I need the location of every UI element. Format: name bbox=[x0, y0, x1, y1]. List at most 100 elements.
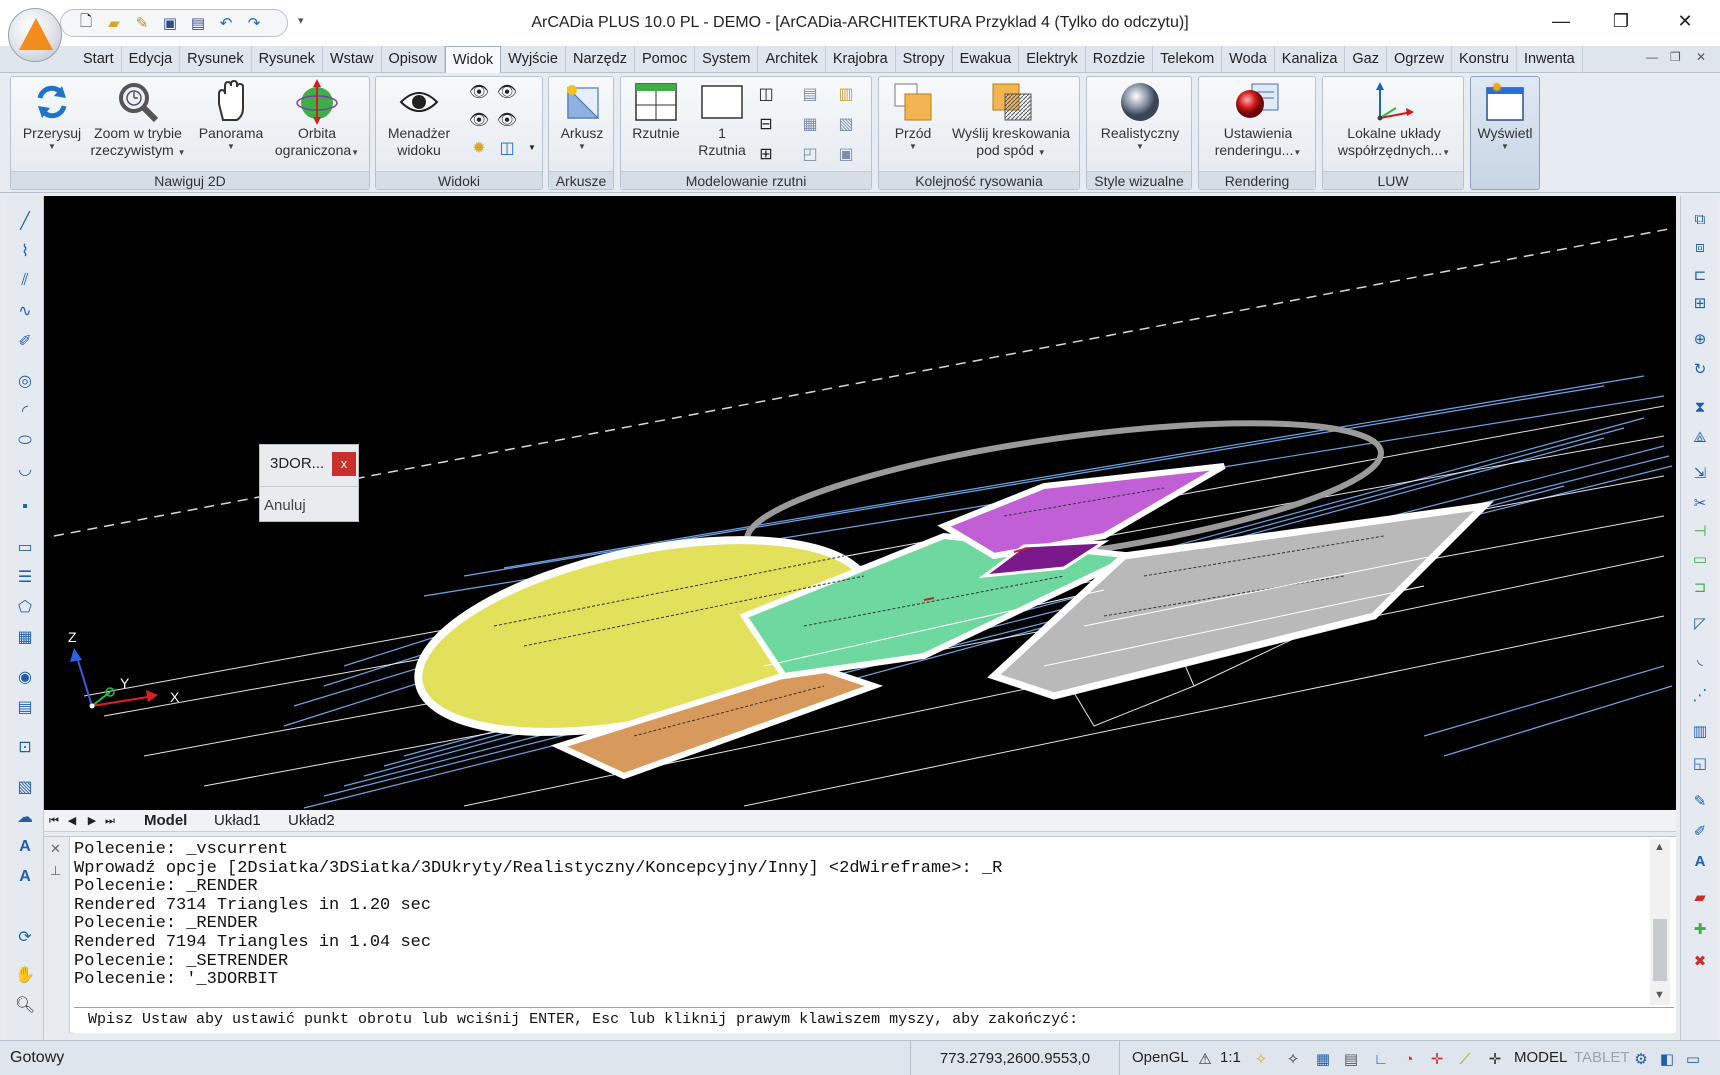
explode-icon[interactable]: ⋰ bbox=[1689, 684, 1711, 706]
polygon-icon[interactable]: ⬠ bbox=[14, 596, 36, 618]
auto-scale-icon[interactable]: ✧ bbox=[1282, 1048, 1304, 1070]
viewport-tool-3-icon[interactable]: ▦ bbox=[799, 113, 821, 135]
last-layout-icon[interactable]: ⏭ bbox=[102, 813, 118, 829]
scroll-thumb[interactable] bbox=[1653, 919, 1667, 981]
tab-22[interactable]: Konstru bbox=[1452, 46, 1517, 73]
layout-tab-uklad1[interactable]: Układ1 bbox=[214, 811, 261, 831]
lineweight-icon[interactable]: ✛ bbox=[1484, 1048, 1506, 1070]
fullscreen-icon[interactable]: ▭ bbox=[1682, 1048, 1704, 1070]
panorama-button[interactable]: Panorama ▼ bbox=[191, 79, 271, 152]
tab-16[interactable]: Rozdzie bbox=[1086, 46, 1154, 73]
offset-icon[interactable]: ⊏ bbox=[1689, 264, 1711, 286]
command-panel-close-icon[interactable]: ✕ bbox=[50, 841, 61, 857]
viewport-tool-2-icon[interactable]: ▥ bbox=[835, 83, 857, 105]
tab-10[interactable]: System bbox=[695, 46, 759, 73]
tab-2[interactable]: Rysunek bbox=[180, 46, 252, 73]
scale-icon[interactable]: ⟁ bbox=[1689, 426, 1711, 448]
pan-small-icon[interactable]: ✋ bbox=[14, 964, 36, 986]
arkusz-button[interactable]: Arkusz ▼ bbox=[551, 79, 613, 152]
view-eye-3-icon[interactable]: 👁 bbox=[468, 109, 490, 131]
status-tablet[interactable]: TABLET bbox=[1574, 1049, 1630, 1066]
grid-icon[interactable]: ▤ bbox=[1340, 1048, 1362, 1070]
tab-0[interactable]: Start bbox=[76, 46, 122, 73]
tab-21[interactable]: Ogrzew bbox=[1387, 46, 1452, 73]
command-input[interactable]: Wpisz Ustaw aby ustawić punkt obrotu lub… bbox=[74, 1007, 1674, 1033]
donut-icon[interactable]: ◉ bbox=[14, 666, 36, 688]
annotation-scale-icon[interactable]: ⚠ bbox=[1194, 1048, 1216, 1070]
doc-restore-icon[interactable]: ❐ bbox=[1670, 50, 1681, 64]
properties-icon[interactable]: ▥ bbox=[1689, 720, 1711, 742]
annotation-visibility-icon[interactable]: ✧ bbox=[1250, 1048, 1272, 1070]
view-cube-icon[interactable]: ◫ bbox=[496, 137, 518, 159]
ellipse-icon[interactable]: ⬭ bbox=[14, 430, 36, 452]
app-logo[interactable] bbox=[8, 8, 62, 62]
scroll-up-icon[interactable]: ▲ bbox=[1654, 841, 1665, 853]
lokalne-uklady-button[interactable]: Lokalne układy współrzędnych...▼ bbox=[1325, 79, 1463, 159]
mirror-copy-icon[interactable]: ⧈ bbox=[1689, 236, 1711, 258]
zoom-small-icon[interactable]: 🔍︎ bbox=[14, 994, 36, 1016]
redraw-small-icon[interactable]: ⟳ bbox=[14, 926, 36, 948]
float-dialog-cancel-option[interactable]: Anuluj bbox=[264, 497, 306, 514]
freehand-icon[interactable]: ✐ bbox=[14, 330, 36, 352]
orbita-button[interactable]: Orbita ograniczona▼ bbox=[265, 79, 369, 159]
region-icon[interactable]: ▦ bbox=[14, 626, 36, 648]
match-props-icon[interactable]: ◱ bbox=[1689, 752, 1711, 774]
eraser-icon[interactable]: ▰ bbox=[1689, 886, 1711, 908]
edit-spline-icon[interactable]: ✐ bbox=[1689, 820, 1711, 842]
tab-15[interactable]: Elektryk bbox=[1019, 46, 1086, 73]
command-scrollbar[interactable]: ▲ ▼ bbox=[1650, 839, 1670, 1005]
przerysuj-button[interactable]: Przerysuj ▼ bbox=[17, 79, 87, 152]
array-icon[interactable]: ⊞ bbox=[1689, 292, 1711, 314]
first-layout-icon[interactable]: ⏮ bbox=[46, 813, 62, 829]
view-eye-1-icon[interactable]: 👁 bbox=[468, 81, 490, 103]
doc-close-icon[interactable]: ✕ bbox=[1696, 50, 1706, 64]
viewport-tool-4-icon[interactable]: ▧ bbox=[835, 113, 857, 135]
fillet-icon[interactable]: ◟ bbox=[1689, 648, 1711, 670]
workspace-icon[interactable]: ◧ bbox=[1656, 1048, 1678, 1070]
move-icon[interactable]: ⊕ bbox=[1689, 328, 1711, 350]
trim-icon[interactable]: ✂ bbox=[1689, 492, 1711, 514]
status-opengl[interactable]: OpenGL bbox=[1132, 1049, 1189, 1066]
layout-two-icon[interactable]: ◫ bbox=[755, 83, 777, 105]
tab-6[interactable]: Widok bbox=[444, 46, 502, 73]
viewport-tool-5-icon[interactable]: ◰ bbox=[799, 143, 821, 165]
copy-icon[interactable]: ⧉ bbox=[1689, 208, 1711, 230]
layout-four-icon[interactable]: ⊞ bbox=[755, 143, 777, 165]
hatch-icon[interactable]: ☰ bbox=[14, 566, 36, 588]
ortho-icon[interactable]: ∟ bbox=[1370, 1048, 1392, 1070]
arc-icon[interactable]: ◜ bbox=[14, 400, 36, 422]
stretch-icon[interactable]: ⇲ bbox=[1689, 462, 1711, 484]
tab-20[interactable]: Gaz bbox=[1345, 46, 1387, 73]
join-icon[interactable]: ⊐ bbox=[1689, 576, 1711, 598]
layout-tab-model[interactable]: Model bbox=[144, 811, 187, 831]
revcloud-icon[interactable]: ☁ bbox=[14, 806, 36, 828]
tab-3[interactable]: Rysunek bbox=[252, 46, 323, 73]
widoki-dropdown-icon[interactable]: ▼ bbox=[528, 143, 536, 152]
ellipse-arc-icon[interactable]: ◡ bbox=[14, 458, 36, 480]
scroll-down-icon[interactable]: ▼ bbox=[1654, 989, 1665, 1001]
tab-5[interactable]: Opisow bbox=[382, 46, 445, 73]
tab-11[interactable]: Architek bbox=[758, 46, 826, 73]
prev-layout-icon[interactable]: ◀ bbox=[64, 813, 80, 829]
command-panel-pin-icon[interactable]: ⊥ bbox=[50, 863, 61, 879]
float-dialog-close-button[interactable]: x bbox=[332, 452, 356, 476]
realistyczny-button[interactable]: Realistyczny ▼ bbox=[1089, 79, 1191, 152]
double-line-icon[interactable]: ⫽ bbox=[14, 270, 36, 292]
line-icon[interactable]: ╱ bbox=[14, 210, 36, 232]
spline-icon[interactable]: ∿ bbox=[14, 300, 36, 322]
edit-text-icon[interactable]: A bbox=[1689, 850, 1711, 872]
layout-tab-uklad2[interactable]: Układ2 bbox=[288, 811, 335, 831]
tab-18[interactable]: Woda bbox=[1222, 46, 1275, 73]
polyline-icon[interactable]: ⌇ bbox=[14, 240, 36, 262]
tab-12[interactable]: Krajobra bbox=[826, 46, 896, 73]
viewport-tool-6-icon[interactable]: ▣ bbox=[835, 143, 857, 165]
tab-23[interactable]: Inwenta bbox=[1517, 46, 1583, 73]
minimize-button[interactable]: — bbox=[1536, 6, 1586, 36]
boundary-icon[interactable]: ▧ bbox=[14, 776, 36, 798]
text-icon[interactable]: A bbox=[14, 836, 36, 858]
tab-4[interactable]: Wstaw bbox=[323, 46, 382, 73]
tab-14[interactable]: Ewakua bbox=[953, 46, 1020, 73]
wipeout-icon[interactable]: ⊡ bbox=[14, 736, 36, 758]
mirror-icon[interactable]: ⧗ bbox=[1689, 396, 1711, 418]
edit-pline-icon[interactable]: ✎ bbox=[1689, 790, 1711, 812]
